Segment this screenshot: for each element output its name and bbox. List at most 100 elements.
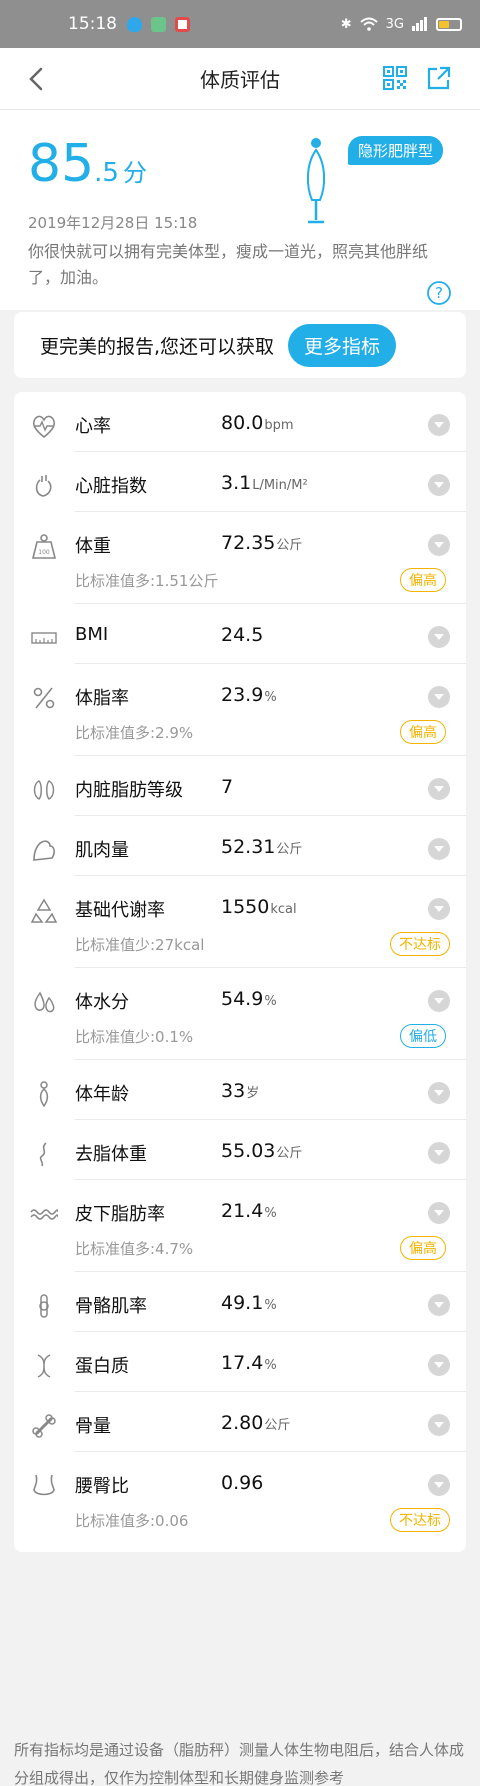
metric-number: 0.96 — [221, 1472, 264, 1494]
metric-number: 3.1 — [221, 472, 252, 494]
expand-chevron-icon[interactable] — [428, 414, 450, 436]
metric-value: 21.4% — [221, 1200, 277, 1222]
metric-row[interactable]: 体年龄 33岁 — [14, 1060, 466, 1120]
metric-unit: % — [264, 1358, 277, 1373]
skeletal-muscle-icon — [39, 1294, 49, 1318]
expand-chevron-icon[interactable] — [428, 534, 450, 556]
back-arrow-icon[interactable] — [22, 64, 52, 94]
expand-chevron-icon[interactable] — [428, 838, 450, 860]
metric-row[interactable]: 肌肉量 52.31公斤 — [14, 816, 466, 876]
metric-row[interactable]: 内脏脂肪等级 7 — [14, 756, 466, 816]
metric-row[interactable]: 基础代谢率 1550kcal 比标准值少:27kcal 不达标 — [14, 876, 466, 968]
status-badge: 偏高 — [400, 568, 446, 592]
metric-unit: % — [264, 1206, 277, 1221]
metric-row[interactable]: 骨骼肌率 49.1% — [14, 1272, 466, 1332]
metric-unit: % — [264, 690, 277, 705]
metric-name: BMI — [75, 624, 109, 645]
muscle-icon — [33, 840, 55, 861]
metric-row[interactable]: 100 体重 72.35公斤 比标准值多:1.51公斤 偏高 — [14, 512, 466, 604]
more-indicators-text: 更完美的报告,您还可以获取 — [40, 335, 275, 358]
metric-deviation: 比标准值少:0.1% — [75, 1028, 194, 1046]
metric-name: 体年龄 — [75, 1084, 129, 1105]
metric-value: 7 — [221, 776, 234, 798]
metric-value: 1550kcal — [221, 896, 297, 918]
score-unit: 分 — [122, 159, 147, 187]
metric-row[interactable]: 心脏指数 3.1L/Min/M² — [14, 452, 466, 512]
expand-chevron-icon[interactable] — [428, 1294, 450, 1316]
notification-icon — [151, 16, 166, 32]
metric-value: 0.96 — [221, 1472, 264, 1494]
metric-deviation: 比标准值多:0.06 — [75, 1512, 189, 1530]
metric-value: 80.0bpm — [221, 412, 293, 434]
metric-row[interactable]: 体脂率 23.9% 比标准值多:2.9% 偏高 — [14, 664, 466, 756]
metric-number: 33 — [221, 1080, 246, 1102]
status-icons: ✱ 3G — [341, 17, 462, 32]
score-integer: 85 — [28, 134, 95, 194]
metric-row[interactable]: BMI 24.5 — [14, 604, 466, 664]
expand-chevron-icon[interactable] — [428, 1414, 450, 1436]
nav-bar: 体质评估 — [0, 48, 480, 110]
expand-chevron-icon[interactable] — [428, 1082, 450, 1104]
bluetooth-icon: ✱ — [340, 16, 352, 32]
metric-row[interactable]: 腰臀比 0.96 比标准值多:0.06 不达标 — [14, 1452, 466, 1544]
metric-unit: % — [264, 994, 277, 1009]
expand-chevron-icon[interactable] — [428, 686, 450, 708]
metric-number: 23.9 — [221, 684, 264, 706]
notification-icon — [175, 16, 190, 32]
expand-chevron-icon[interactable] — [428, 898, 450, 920]
metric-value: 23.9% — [221, 684, 277, 706]
expand-chevron-icon[interactable] — [428, 1354, 450, 1376]
metric-unit: 公斤 — [276, 1146, 303, 1161]
expand-chevron-icon[interactable] — [428, 1142, 450, 1164]
status-badge: 不达标 — [390, 932, 450, 956]
percent-icon — [33, 687, 55, 709]
metric-value: 52.31公斤 — [221, 836, 302, 858]
subcutaneous-fat-icon — [30, 1209, 58, 1220]
expand-chevron-icon[interactable] — [428, 626, 450, 648]
metric-row[interactable]: 心率 80.0bpm — [14, 392, 466, 452]
qr-code-icon[interactable] — [382, 65, 408, 91]
bone-icon — [32, 1414, 56, 1438]
metric-name: 去脂体重 — [75, 1144, 147, 1165]
metric-number: 24.5 — [221, 624, 264, 646]
metric-value: 55.03公斤 — [221, 1140, 302, 1162]
status-badge: 偏低 — [400, 1024, 446, 1048]
metric-number: 55.03 — [221, 1140, 276, 1162]
metric-number: 17.4 — [221, 1352, 264, 1374]
expand-chevron-icon[interactable] — [428, 990, 450, 1012]
share-icon[interactable] — [426, 65, 452, 91]
metabolism-icon — [30, 898, 58, 923]
measure-date: 2019年12月28日 15:18 — [28, 214, 198, 232]
more-indicators-card: 更完美的报告,您还可以获取 更多指标 — [14, 312, 466, 378]
metric-number: 2.80 — [221, 1412, 264, 1434]
metric-unit: L/Min/M² — [252, 478, 308, 493]
body-type-badge: 隐形肥胖型 — [348, 136, 444, 165]
metric-value: 2.80公斤 — [221, 1412, 290, 1434]
metric-name: 腰臀比 — [75, 1476, 129, 1497]
help-icon[interactable]: ? — [426, 280, 452, 306]
metric-name: 心率 — [75, 416, 111, 437]
metric-number: 21.4 — [221, 1200, 264, 1222]
metric-row[interactable]: 去脂体重 55.03公斤 — [14, 1120, 466, 1180]
metric-row[interactable]: 皮下脂肪率 21.4% 比标准值多:4.7% 偏高 — [14, 1180, 466, 1272]
metric-name: 蛋白质 — [75, 1356, 129, 1377]
metric-unit: bpm — [264, 418, 294, 433]
metric-number: 80.0 — [221, 412, 264, 434]
waist-hip-icon — [33, 1474, 55, 1496]
expand-chevron-icon[interactable] — [428, 1202, 450, 1224]
score-decimal: .5 — [94, 158, 119, 188]
metric-name: 骨量 — [75, 1416, 111, 1437]
svg-text:100: 100 — [38, 549, 50, 556]
expand-chevron-icon[interactable] — [428, 474, 450, 496]
expand-chevron-icon[interactable] — [428, 778, 450, 800]
metric-number: 7 — [221, 776, 234, 798]
metric-unit: % — [264, 1298, 277, 1313]
metric-row[interactable]: 骨量 2.80公斤 — [14, 1392, 466, 1452]
more-indicators-button[interactable]: 更多指标 — [288, 323, 397, 367]
status-badge: 偏高 — [400, 1236, 446, 1260]
battery-icon — [436, 17, 462, 31]
metric-row[interactable]: 蛋白质 17.4% — [14, 1332, 466, 1392]
svg-text:?: ? — [435, 284, 443, 302]
expand-chevron-icon[interactable] — [428, 1474, 450, 1496]
metric-row[interactable]: 体水分 54.9% 比标准值少:0.1% 偏低 — [14, 968, 466, 1060]
